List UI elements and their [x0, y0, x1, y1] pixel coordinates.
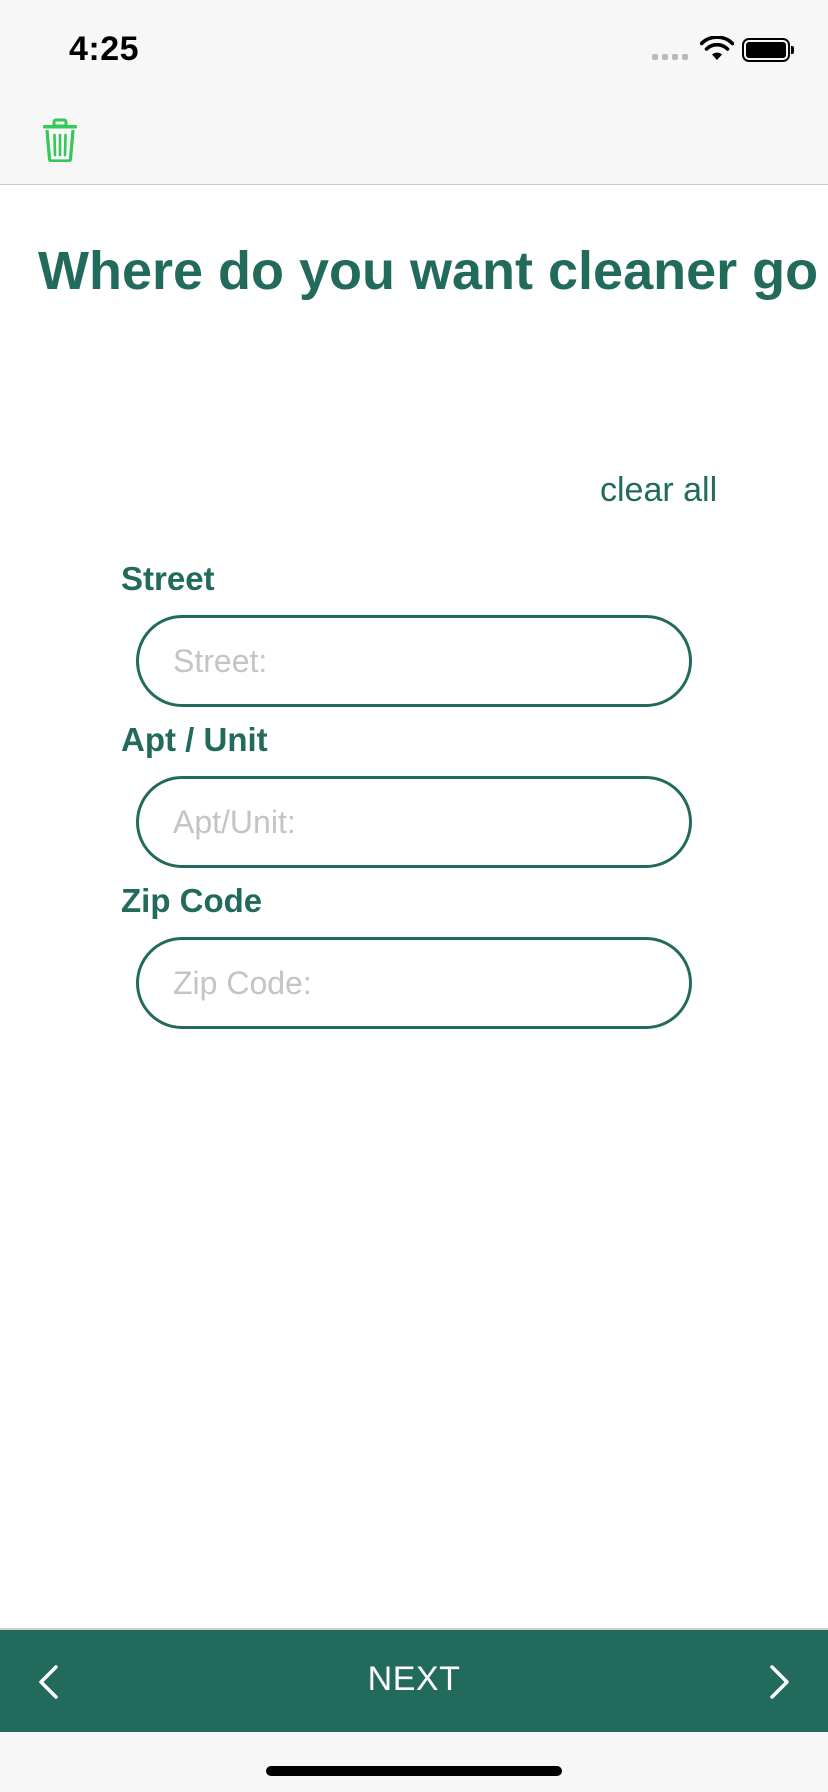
chevron-right-icon[interactable] — [766, 1664, 792, 1700]
next-button[interactable]: NEXT — [0, 1660, 828, 1699]
zip-code-input[interactable] — [136, 937, 692, 1029]
home-indicator[interactable] — [266, 1766, 562, 1776]
street-label: Street — [121, 560, 215, 597]
cellular-signal-icon — [652, 54, 688, 60]
trash-icon[interactable] — [42, 118, 78, 162]
top-bar: 4:25 — [0, 0, 828, 185]
apt-unit-input[interactable] — [136, 776, 692, 868]
battery-icon — [742, 38, 790, 62]
apt-unit-label: Apt / Unit — [121, 721, 268, 758]
screen: 4:25 Where do you want cleaner go clear … — [0, 0, 828, 1792]
home-indicator-area — [0, 1732, 828, 1792]
street-input[interactable] — [136, 615, 692, 707]
bottom-nav-bar: NEXT — [0, 1628, 828, 1732]
wifi-icon — [700, 36, 734, 60]
clear-all-button[interactable]: clear all — [600, 471, 717, 510]
status-time: 4:25 — [69, 30, 140, 68]
page-title: Where do you want cleaner go — [38, 241, 819, 301]
battery-tip — [791, 46, 794, 54]
zip-code-label: Zip Code — [121, 882, 263, 919]
